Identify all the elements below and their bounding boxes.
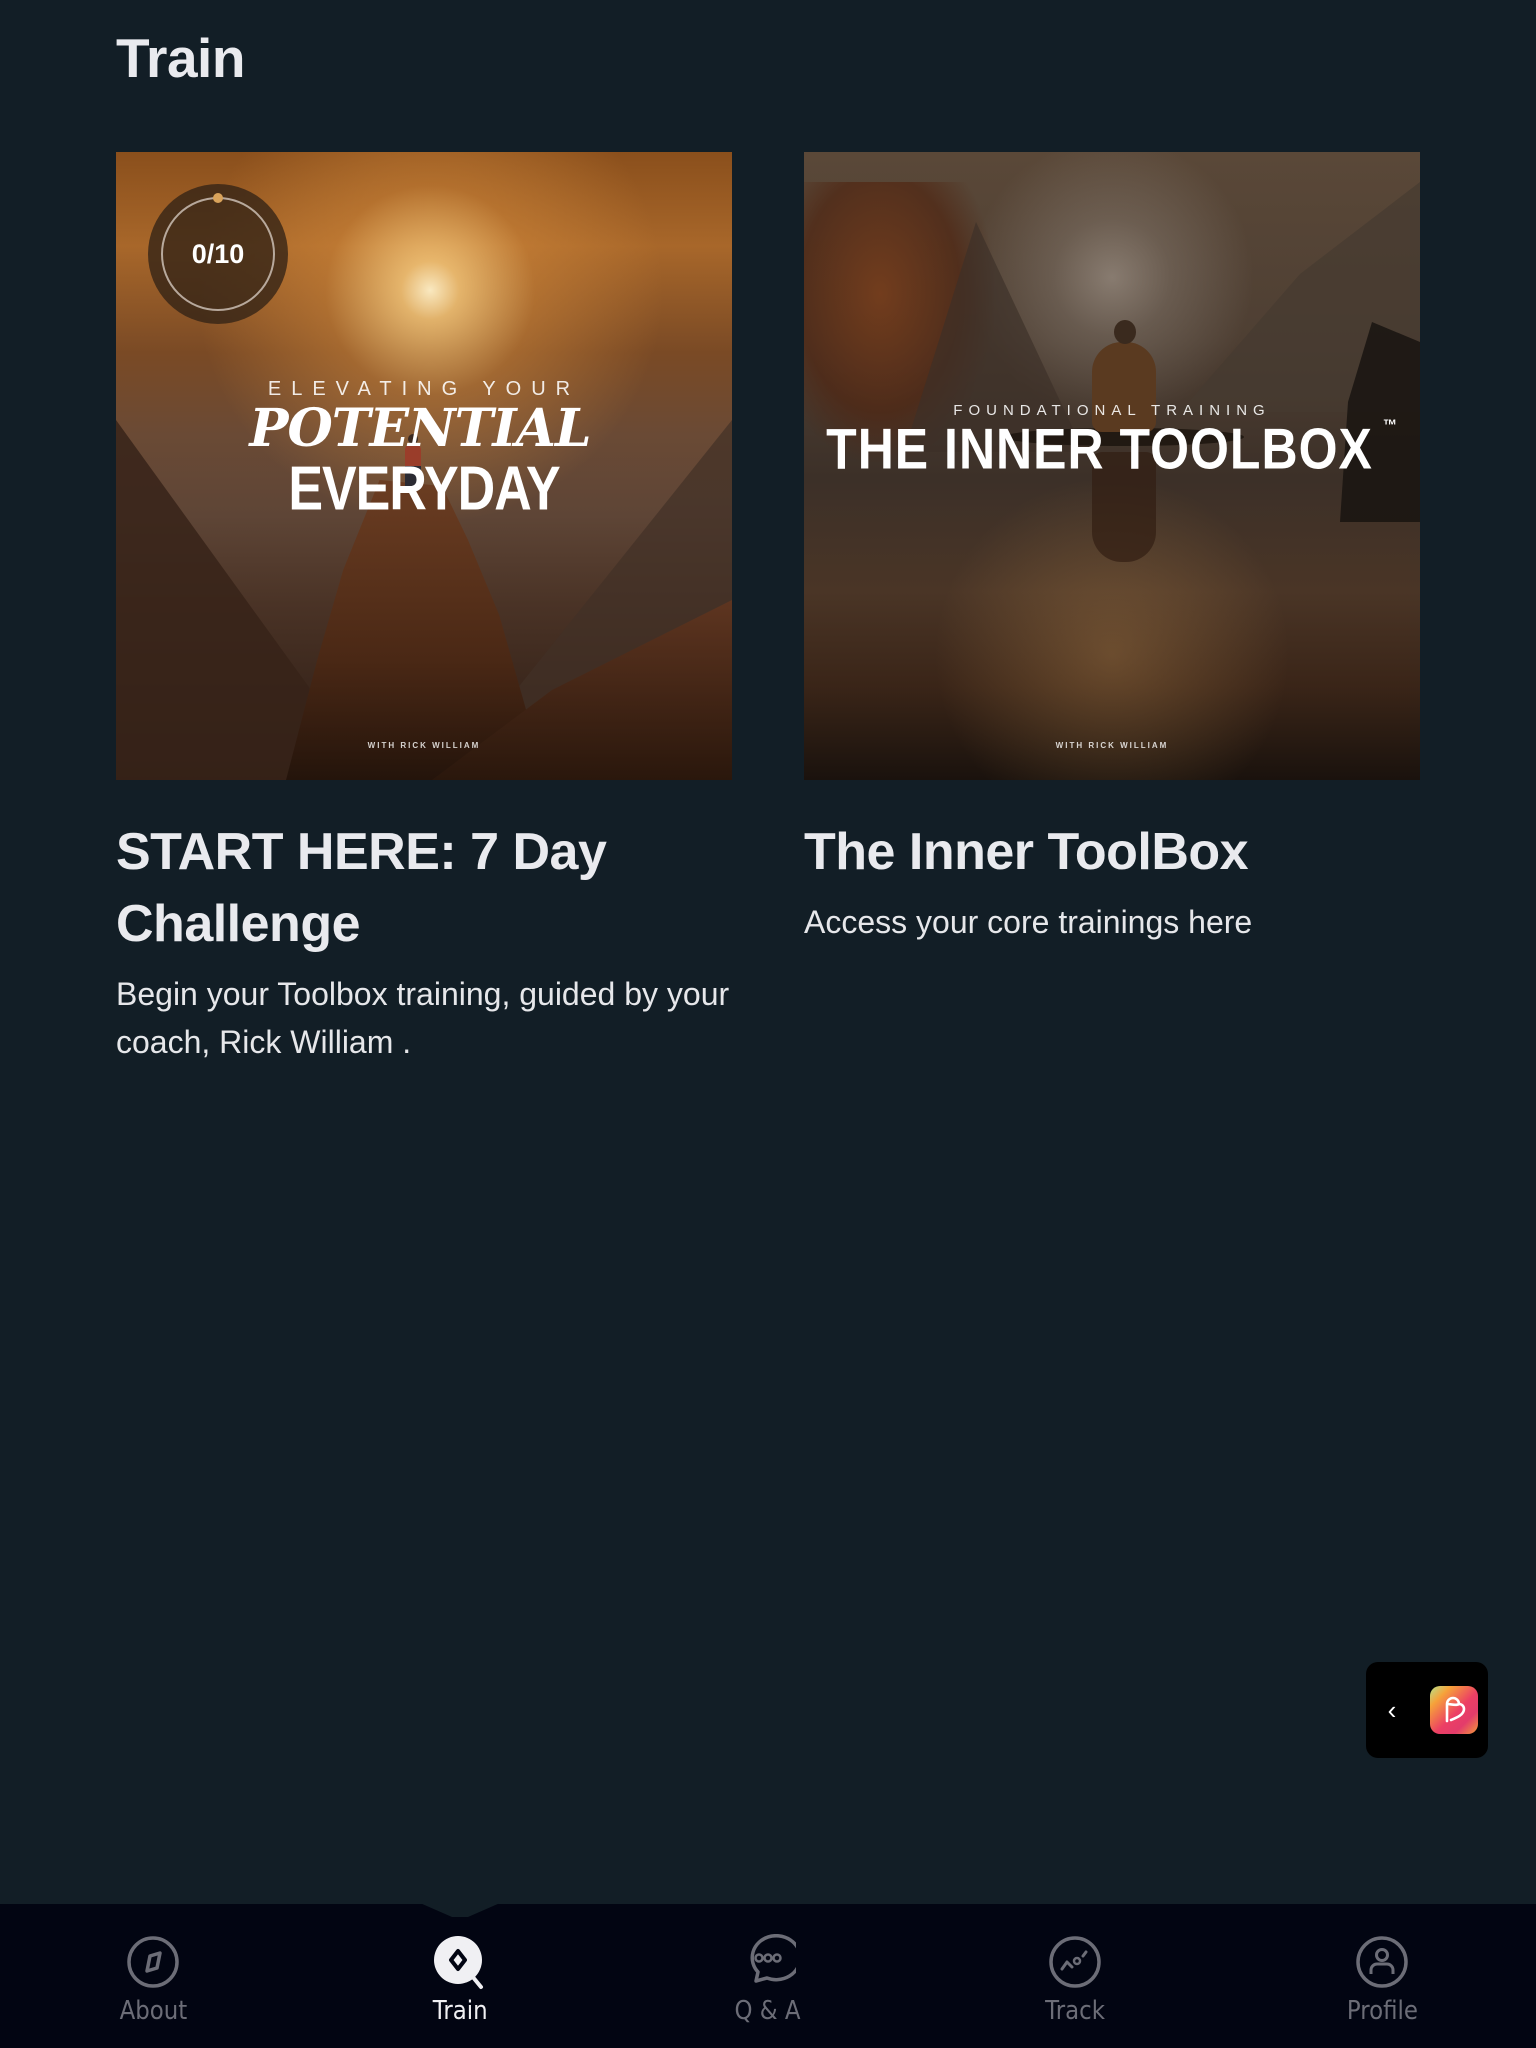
train-search-icon bbox=[432, 1934, 488, 1990]
progress-label: 0/10 bbox=[191, 238, 245, 269]
course-card-7-day-challenge[interactable]: ELEVATING YOUR POTENTIALEVERYDAY WITH RI… bbox=[116, 152, 732, 1066]
cover-title-block: EVERYDAY bbox=[288, 454, 560, 524]
tab-q-and-a[interactable]: Q & A bbox=[678, 1934, 858, 2026]
course-cover-image[interactable]: ELEVATING YOUR POTENTIALEVERYDAY WITH RI… bbox=[116, 152, 732, 780]
tab-label: Train bbox=[432, 1996, 488, 2026]
user-icon bbox=[1354, 1934, 1410, 1990]
course-description: Begin your Toolbox training, guided by y… bbox=[116, 976, 730, 1060]
app-logo-icon[interactable] bbox=[1430, 1686, 1478, 1734]
tab-train[interactable]: Train bbox=[370, 1934, 550, 2026]
progress-ring: 0/10 bbox=[148, 184, 288, 324]
tab-label: About bbox=[119, 1996, 187, 2026]
tab-about[interactable]: About bbox=[63, 1934, 243, 2026]
course-title[interactable]: START HERE: 7 Day Challenge bbox=[116, 816, 732, 960]
tab-label: Track bbox=[1045, 1996, 1105, 2026]
trademark-symbol: ™ bbox=[1382, 415, 1398, 435]
tab-track[interactable]: Track bbox=[985, 1934, 1165, 2026]
cover-credit: WITH RICK WILLIAM bbox=[367, 741, 481, 750]
course-title[interactable]: The Inner ToolBox bbox=[804, 816, 1420, 888]
cover-title-text: THE INNER TOOLBOX bbox=[826, 416, 1373, 482]
course-cover-image[interactable]: FOUNDATIONAL TRAINING THE INNER TOOLBOX ™… bbox=[804, 152, 1420, 780]
chat-bubble-icon bbox=[740, 1934, 796, 1990]
page-title: Train bbox=[116, 27, 245, 89]
chevron-left-icon[interactable]: ‹ bbox=[1380, 1695, 1404, 1726]
cover-title: THE INNER TOOLBOX ™ bbox=[804, 416, 1420, 483]
app-logo-glyph bbox=[1445, 1696, 1466, 1723]
bottom-tab-bar: About Train Q & A Track Profile bbox=[0, 1903, 1536, 2048]
course-card-inner-toolbox[interactable]: FOUNDATIONAL TRAINING THE INNER TOOLBOX ™… bbox=[804, 152, 1420, 946]
cover-title: POTENTIALEVERYDAY bbox=[116, 398, 732, 524]
chart-trend-icon bbox=[1047, 1934, 1103, 1990]
course-description: Access your core trainings here bbox=[804, 904, 1253, 940]
tab-profile[interactable]: Profile bbox=[1292, 1934, 1472, 2026]
cover-credit: WITH RICK WILLIAM bbox=[1055, 741, 1169, 750]
tab-label: Q & A bbox=[734, 1996, 802, 2026]
active-tab-notch bbox=[420, 1903, 500, 1917]
compass-icon bbox=[125, 1934, 181, 1990]
cover-title-script: POTENTIAL bbox=[249, 398, 591, 459]
tab-label: Profile bbox=[1346, 1996, 1418, 2026]
floating-app-widget[interactable]: ‹ bbox=[1366, 1662, 1488, 1758]
